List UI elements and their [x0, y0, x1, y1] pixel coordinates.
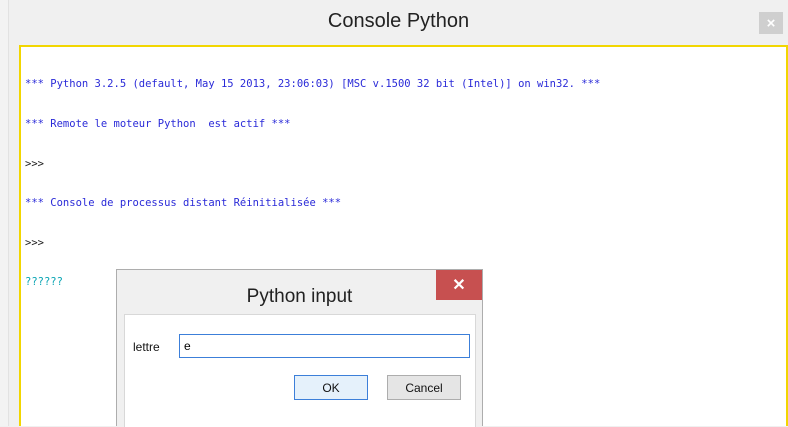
console-line: *** Console de processus distant Réiniti…	[25, 197, 342, 210]
lettre-label: lettre	[133, 340, 160, 354]
lettre-input[interactable]	[179, 334, 470, 358]
window-close-button[interactable]: ×	[759, 12, 783, 34]
console-prompt: >>>	[25, 157, 44, 170]
console-line: *** Python 3.2.5 (default, May 15 2013, …	[25, 78, 601, 91]
python-input-dialog: Python input ✕ lettre OK Cancel	[116, 269, 483, 427]
cancel-button[interactable]: Cancel	[387, 375, 461, 400]
console-line: *** Remote le moteur Python est actif **…	[25, 118, 291, 131]
title-bar[interactable]: Console Python ×	[9, 0, 788, 44]
left-window-edge	[0, 0, 9, 426]
close-icon: ✕	[452, 277, 466, 294]
console-prompt: >>>	[25, 236, 44, 249]
ok-button[interactable]: OK	[294, 375, 368, 400]
console-python-window: Console Python × *** Python 3.2.5 (defau…	[9, 0, 788, 427]
dialog-close-button[interactable]: ✕	[436, 270, 482, 300]
dialog-title: Python input	[246, 286, 353, 307]
window-title: Console Python	[327, 10, 470, 32]
close-icon: ×	[766, 14, 776, 32]
dialog-body: lettre OK Cancel	[124, 314, 476, 427]
